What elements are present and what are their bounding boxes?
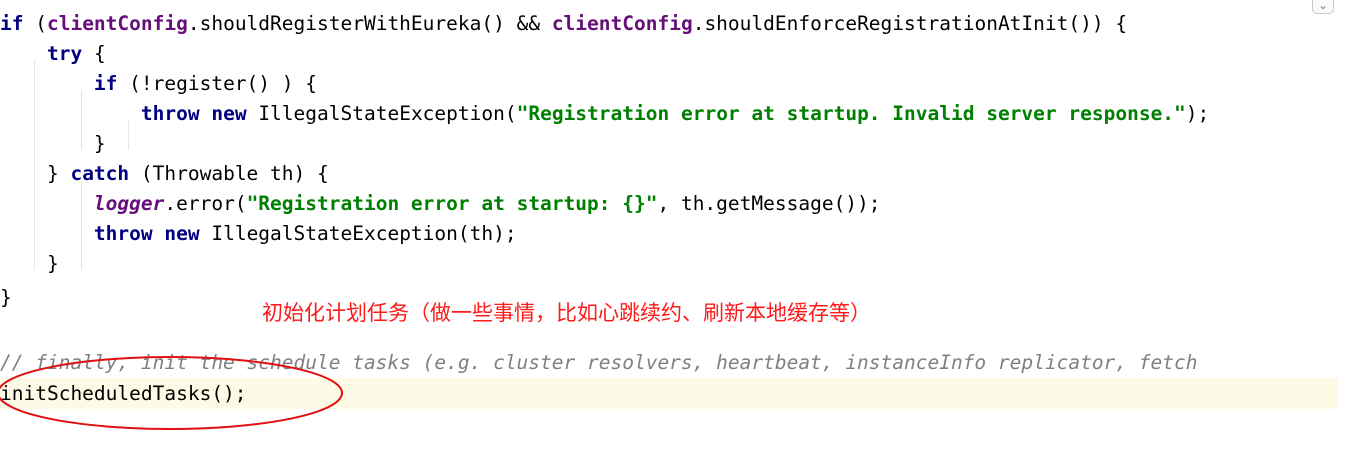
code-editor[interactable]: if (clientConfig.shouldRegisterWithEurek… xyxy=(0,0,1350,452)
code-line-8: throw new IllegalStateException(th); xyxy=(93,222,517,245)
annotation-text: 初始化计划任务（做一些事情，比如心跳续约、刷新本地缓存等） xyxy=(262,301,871,325)
code-line-9: } xyxy=(0,252,59,275)
chevron-down-icon[interactable]: ⌄ xyxy=(1312,0,1334,14)
code-line-10: } xyxy=(0,286,12,309)
code-comment-line: // finally, init the schedule tasks (e.g… xyxy=(0,351,1198,374)
code-line-6: } catch (Throwable th) { xyxy=(0,162,329,185)
code-line-4: throw new IllegalStateException("Registr… xyxy=(140,102,1210,125)
code-line-init-scheduled-tasks[interactable]: initScheduledTasks(); xyxy=(0,379,247,409)
code-line-2: try { xyxy=(46,42,106,65)
code-line-1: if (clientConfig.shouldRegisterWithEurek… xyxy=(0,12,1128,35)
code-line-3: if (!register() ) { xyxy=(93,72,317,95)
code-line-7: logger.error("Registration error at star… xyxy=(93,192,881,215)
code-line-5: } xyxy=(0,132,106,155)
